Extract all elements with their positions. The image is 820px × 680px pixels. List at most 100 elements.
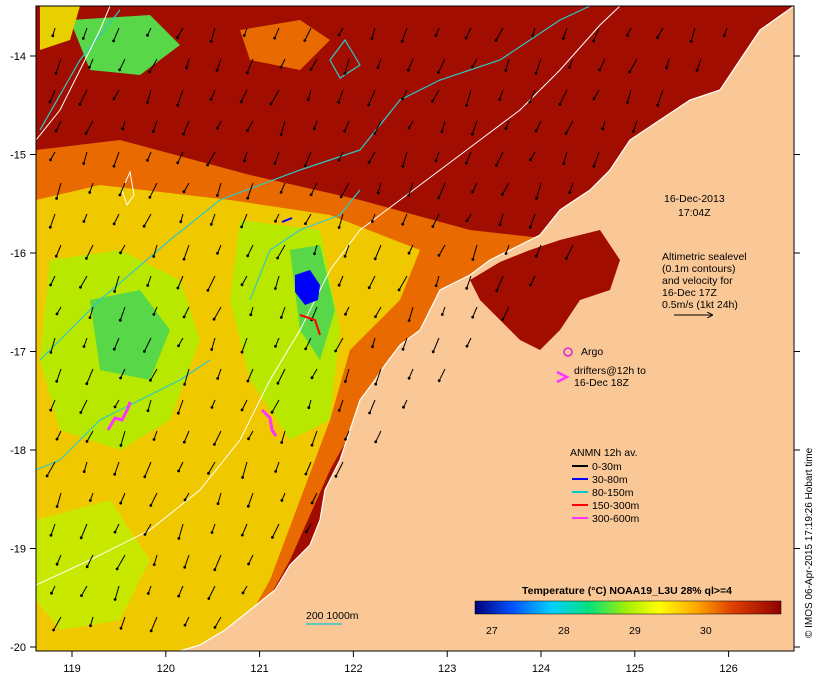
velocity-arrow-head xyxy=(367,286,371,290)
velocity-arrow-head xyxy=(270,410,274,414)
velocity-arrow-head xyxy=(280,441,284,444)
velocity-arrow-head xyxy=(344,380,347,383)
velocity-arrow-head xyxy=(470,132,474,136)
velocity-arrow-head xyxy=(82,470,86,473)
velocity-arrow-head xyxy=(49,158,52,162)
velocity-arrow-head xyxy=(722,34,726,37)
colorbar-tick-28: 28 xyxy=(558,625,570,637)
velocity-arrow-head xyxy=(215,68,219,72)
colorbar-tick-29: 29 xyxy=(629,625,641,637)
velocity-arrow-head xyxy=(112,347,116,351)
altimetry-line-4: 16-Dec 17Z xyxy=(662,287,717,299)
x-tick-label: 124 xyxy=(532,663,550,675)
velocity-arrow-head xyxy=(243,159,246,163)
velocity-arrow-head xyxy=(176,411,180,415)
velocity-arrow-head xyxy=(374,315,377,318)
velocity-arrow-head xyxy=(240,408,244,412)
velocity-arrow-head xyxy=(49,533,53,537)
x-tick-label: 123 xyxy=(438,663,456,675)
sst-map: 119 120 121 122 123 124 125 126 -14 -15 -16 -17 -18 -… xyxy=(10,5,815,675)
velocity-arrow-head xyxy=(118,318,122,322)
velocity-arrow-head xyxy=(494,38,498,42)
velocity-arrow-head xyxy=(310,443,314,447)
velocity-arrow-head xyxy=(562,162,566,165)
velocity-arrow-head xyxy=(279,133,283,136)
velocity-arrow-head xyxy=(309,193,313,197)
velocity-arrow-head xyxy=(118,193,122,197)
velocity-arrow-head xyxy=(113,405,117,409)
velocity-arrow-head xyxy=(149,504,153,507)
velocity-arrow-head xyxy=(371,345,374,349)
altimetry-line-1: Altimetric sealevel xyxy=(662,251,747,263)
legend-label-0: 0-30m xyxy=(592,461,622,473)
y-tick-label: -19 xyxy=(10,544,26,556)
velocity-arrow-head xyxy=(84,131,88,135)
velocity-arrow-head xyxy=(112,222,116,226)
velocity-arrow-head xyxy=(216,377,220,380)
velocity-arrow-head xyxy=(85,565,89,569)
velocity-arrow-head xyxy=(82,220,86,223)
velocity-arrow-head xyxy=(48,100,52,104)
velocity-arrow-head xyxy=(337,33,341,37)
velocity-arrow-head xyxy=(246,129,249,133)
velocity-arrow-head xyxy=(210,406,214,409)
velocity-arrow-head xyxy=(113,598,117,601)
velocity-arrow-head xyxy=(397,288,401,292)
velocity-arrow-head xyxy=(276,381,280,385)
credit-text: © IMOS 06-Apr-2015 17:19:26 Hobart time xyxy=(804,447,815,638)
velocity-arrow-head xyxy=(406,68,410,72)
velocity-arrow-head xyxy=(182,257,186,261)
velocity-arrow-head xyxy=(535,197,538,200)
velocity-arrow-head xyxy=(343,129,347,133)
velocity-arrow-head xyxy=(85,257,88,260)
velocity-arrow-head xyxy=(176,36,179,39)
velocity-arrow-head xyxy=(121,127,125,131)
velocity-arrow-head xyxy=(119,626,123,630)
velocity-arrow-head xyxy=(370,220,374,223)
velocity-arrow-head xyxy=(407,251,411,255)
y-tick-label: -17 xyxy=(10,347,26,359)
velocity-arrow-head xyxy=(501,192,504,196)
velocity-arrow-head xyxy=(176,103,180,107)
velocity-arrow-head xyxy=(119,444,123,447)
velocity-arrow-head xyxy=(176,161,180,165)
velocity-arrow-head xyxy=(209,40,213,43)
velocity-arrow-head xyxy=(303,39,307,42)
velocity-arrow-head xyxy=(52,628,55,632)
velocity-arrow-head xyxy=(207,597,211,600)
velocity-arrow-head xyxy=(247,437,250,441)
velocity-arrow-head xyxy=(437,254,441,257)
velocity-arrow-head xyxy=(464,36,468,40)
velocity-arrow-head xyxy=(182,315,186,319)
velocity-arrow-head xyxy=(307,406,311,410)
velocity-arrow-head xyxy=(82,345,86,348)
velocity-arrow-head xyxy=(431,350,435,354)
velocity-arrow-head xyxy=(626,101,629,104)
velocity-arrow-head xyxy=(49,351,53,354)
velocity-arrow-head xyxy=(78,102,82,106)
velocity-arrow-head xyxy=(209,97,213,101)
velocity-arrow-head xyxy=(246,196,250,200)
velocity-arrow-head xyxy=(88,316,92,319)
velocity-arrow-head xyxy=(146,33,149,37)
velocity-arrow-head xyxy=(400,39,404,43)
velocity-arrow-head xyxy=(344,312,347,316)
velocity-arrow-head xyxy=(54,129,58,133)
velocity-arrow-head xyxy=(471,190,474,194)
velocity-arrow-head xyxy=(209,223,213,226)
velocity-arrow-head xyxy=(437,379,441,383)
velocity-arrow-head xyxy=(241,591,245,595)
velocity-arrow-head xyxy=(337,226,341,229)
velocity-arrow-head xyxy=(176,286,180,290)
velocity-arrow-head xyxy=(273,36,277,40)
velocity-arrow-head xyxy=(148,70,152,74)
altimetry-line-2: (0.1m contours) xyxy=(662,263,736,275)
velocity-arrow-head xyxy=(337,409,341,412)
velocity-arrow-head xyxy=(240,350,244,354)
velocity-arrow-head xyxy=(49,408,53,412)
velocity-arrow-head xyxy=(146,101,149,104)
velocity-arrow-head xyxy=(216,251,219,255)
velocity-arrow-head xyxy=(274,470,278,473)
velocity-arrow-head xyxy=(249,313,253,317)
velocity-arrow-head xyxy=(239,100,243,104)
